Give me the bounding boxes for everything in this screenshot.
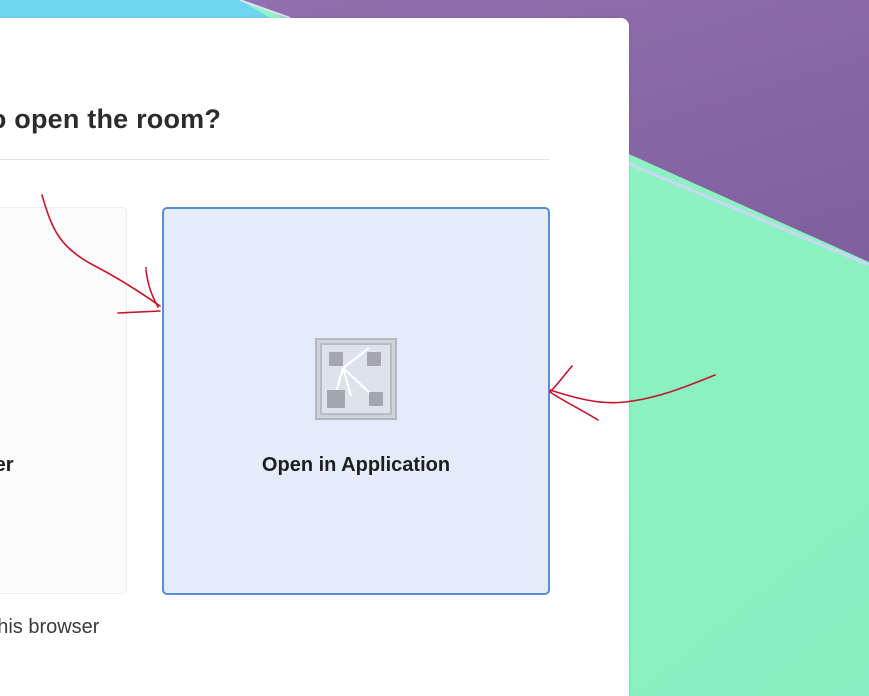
open-in-browser-option[interactable]: Open in Browser (0, 207, 127, 594)
application-grid-icon (315, 338, 397, 420)
title-divider (0, 159, 550, 160)
remember-choice-label: Remember my choice in this browser (0, 616, 100, 638)
open-in-application-label: Open in Application (261, 454, 451, 476)
open-room-dialog: How do you want to open the room? Open i… (0, 18, 629, 696)
open-in-application-option[interactable]: Open in Application (162, 207, 550, 595)
remember-choice-row[interactable]: Remember my choice in this browser (0, 616, 99, 642)
dialog-title: How do you want to open the room? (0, 104, 222, 134)
open-in-browser-label: Open in Browser (0, 454, 14, 476)
